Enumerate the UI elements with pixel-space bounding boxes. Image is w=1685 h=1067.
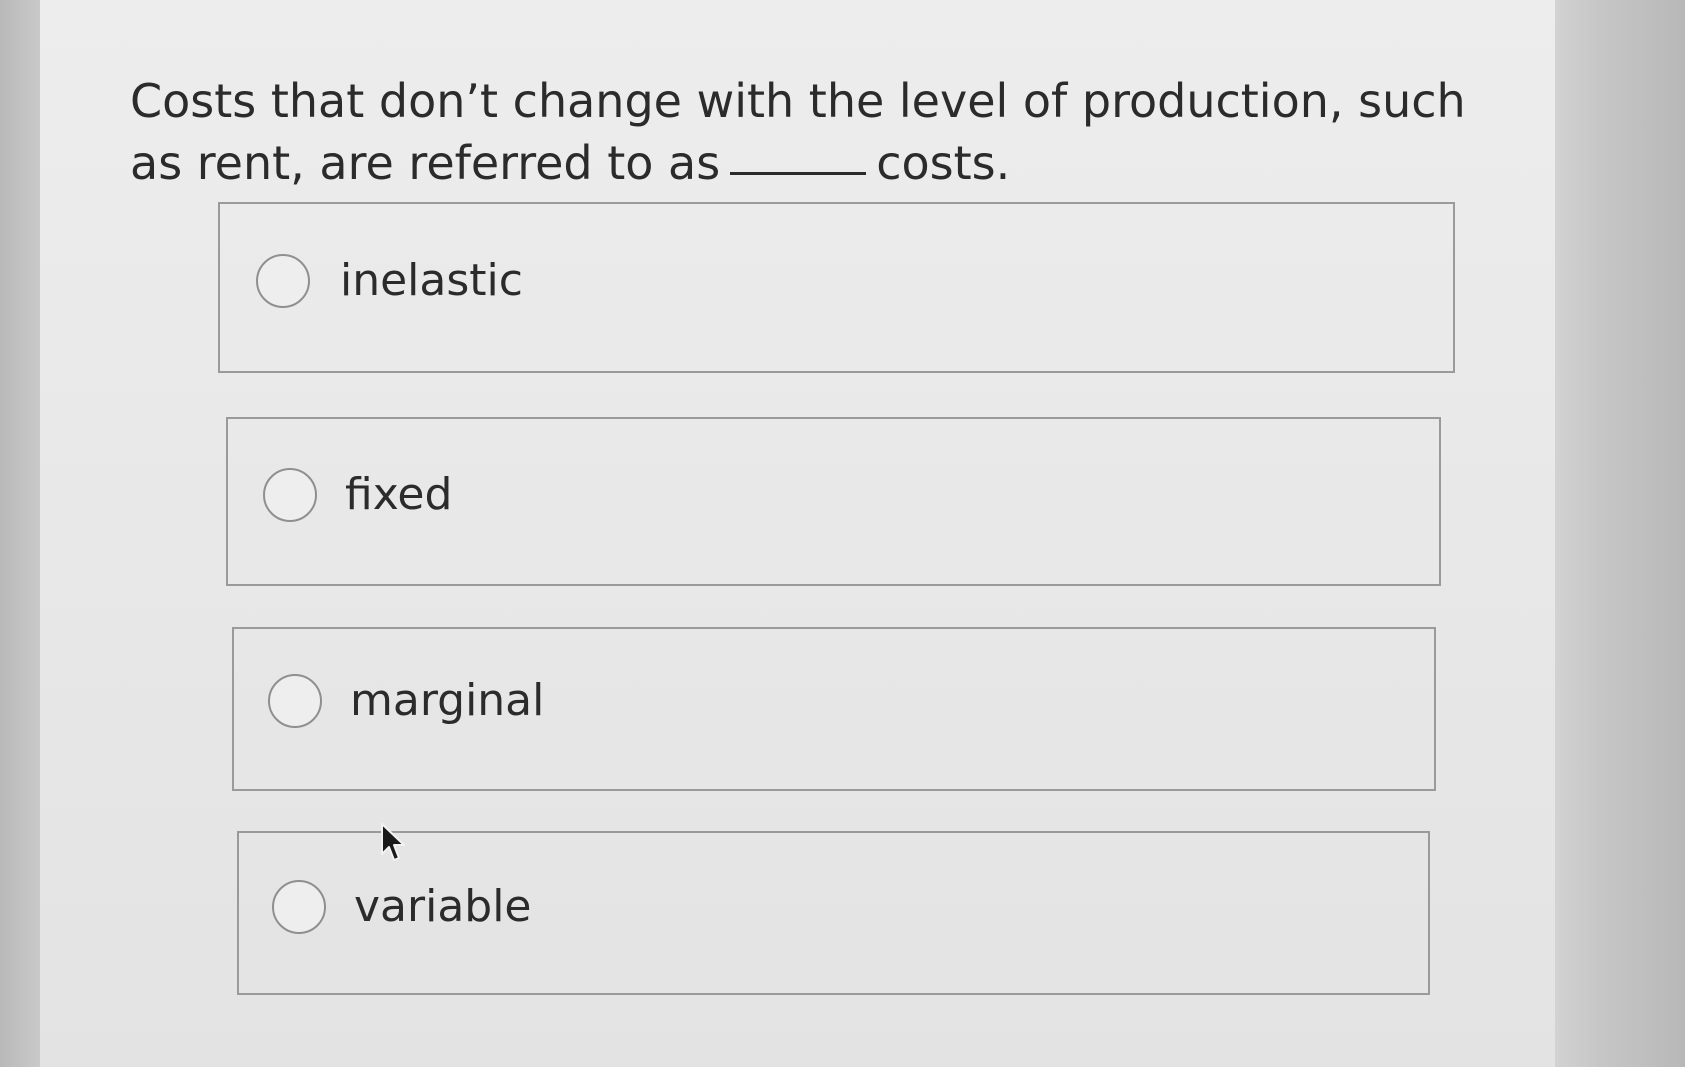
question-text-after: costs.: [876, 136, 1011, 190]
radio-circle-icon[interactable]: [272, 880, 326, 934]
radio-circle-icon[interactable]: [268, 674, 322, 728]
option-inelastic[interactable]: inelastic: [218, 202, 1455, 373]
option-variable[interactable]: variable: [237, 831, 1430, 995]
mouse-pointer-icon: [381, 823, 405, 861]
option-label: fixed: [345, 469, 453, 520]
option-label: inelastic: [340, 255, 523, 306]
answer-blank: [730, 172, 867, 175]
question-text: Costs that don’t change with the level o…: [130, 70, 1510, 194]
radio-circle-icon[interactable]: [263, 468, 317, 522]
option-marginal[interactable]: marginal: [232, 627, 1436, 791]
radio-circle-icon[interactable]: [256, 254, 310, 308]
option-fixed[interactable]: fixed: [226, 417, 1441, 586]
option-label: variable: [354, 881, 532, 932]
option-label: marginal: [350, 675, 545, 726]
